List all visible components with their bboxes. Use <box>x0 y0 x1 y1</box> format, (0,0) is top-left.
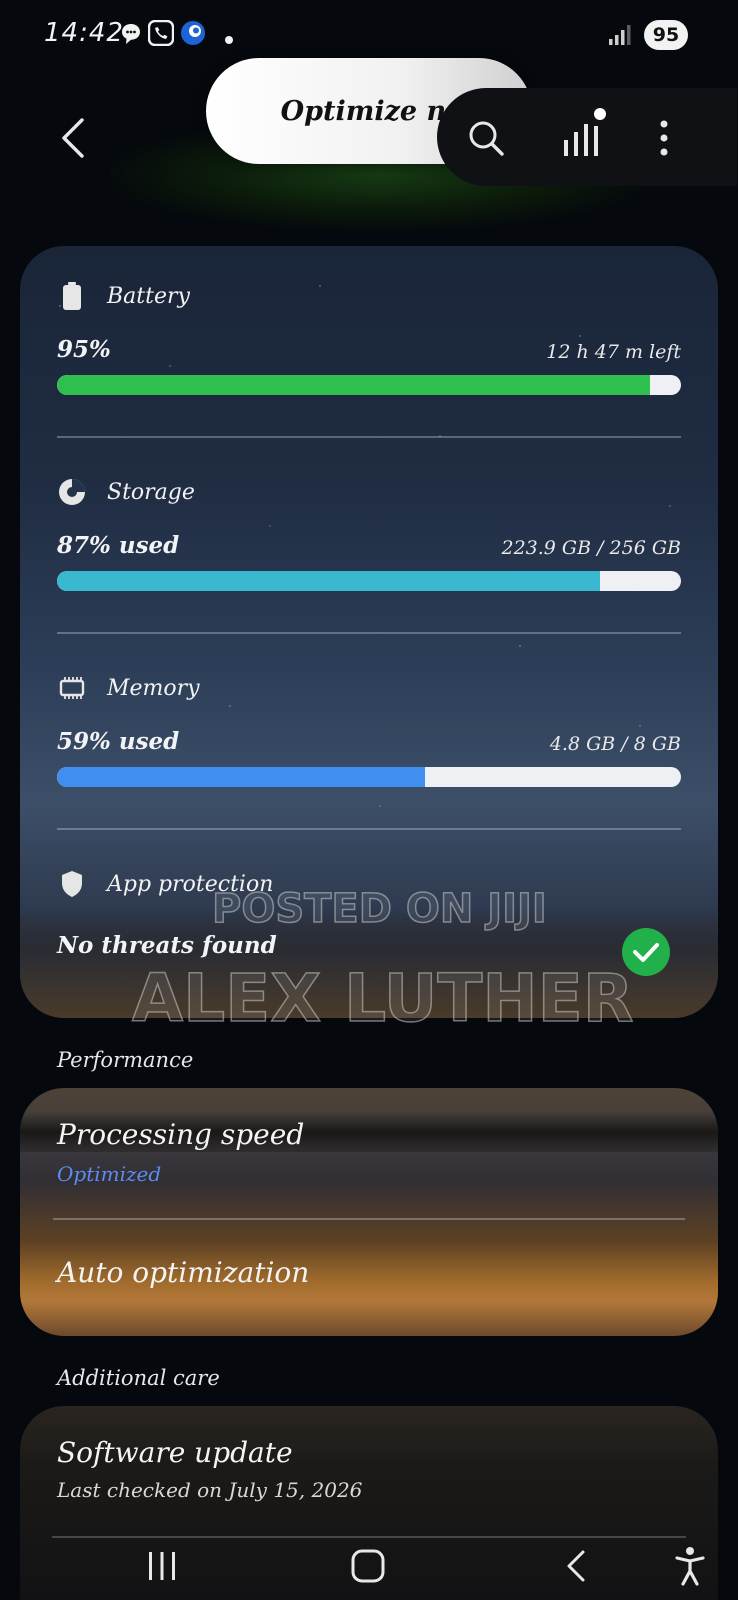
software-update-title: Software update <box>57 1436 293 1469</box>
status-time: 14:42 <box>44 18 124 48</box>
storage-progress-bar <box>57 571 681 591</box>
app-protection-status: No threats found <box>57 932 277 959</box>
memory-chip-icon <box>57 673 87 703</box>
battery-progress-fill <box>57 375 650 395</box>
memory-section[interactable]: Memory 59% used 4.8 GB / 8 GB <box>57 668 681 787</box>
check-icon <box>633 943 659 962</box>
section-divider <box>57 828 681 830</box>
nav-back-icon <box>567 1550 585 1582</box>
memory-percent: 59% used <box>57 728 180 755</box>
chat-notification-icon <box>120 22 142 50</box>
battery-section[interactable]: Battery 95% 12 h 47 m left <box>57 276 681 395</box>
signal-stats-icon <box>564 108 606 156</box>
battery-progress-bar <box>57 375 681 395</box>
processing-speed-title: Processing speed <box>57 1118 305 1151</box>
battery-icon <box>57 281 87 311</box>
battery-time-left: 12 h 47 m left <box>546 341 681 363</box>
battery-percent: 95% <box>57 336 111 363</box>
storage-section[interactable]: Storage 87% used 223.9 GB / 256 GB <box>57 472 681 591</box>
battery-title: Battery <box>107 283 190 309</box>
nav-back-button[interactable] <box>546 1536 606 1596</box>
more-options-icon <box>660 120 668 156</box>
watermark-line-2: ALEX LUTHER <box>131 959 634 1038</box>
processing-speed-status: Optimized <box>57 1162 162 1186</box>
system-navigation-bar <box>0 1530 738 1600</box>
app-notification-icon <box>180 20 206 50</box>
auto-optimization-title: Auto optimization <box>57 1256 310 1289</box>
more-notifications-dot <box>224 30 234 49</box>
memory-usage: 4.8 GB / 8 GB <box>549 733 681 755</box>
auto-optimization-item[interactable]: Auto optimization <box>20 1220 718 1336</box>
recent-apps-button[interactable] <box>132 1536 192 1596</box>
performance-heading: Performance <box>57 1048 194 1072</box>
back-arrow-icon <box>62 118 84 158</box>
section-divider <box>57 632 681 634</box>
storage-pie-icon <box>57 477 87 507</box>
storage-progress-fill <box>57 571 600 591</box>
search-icon <box>469 121 504 156</box>
additional-care-heading: Additional care <box>57 1366 220 1390</box>
accessibility-button[interactable] <box>664 1534 716 1598</box>
storage-usage: 223.9 GB / 256 GB <box>501 537 682 559</box>
watermark-line-1: POSTED ON JIJI <box>211 885 547 933</box>
battery-level-indicator: 95 <box>644 20 688 50</box>
memory-progress-bar <box>57 767 681 787</box>
home-icon <box>351 1549 385 1583</box>
storage-percent: 87% used <box>57 532 180 559</box>
software-update-item[interactable]: Software update Last checked on July 15,… <box>20 1406 718 1526</box>
back-button[interactable] <box>50 108 96 168</box>
section-divider <box>57 436 681 438</box>
processing-speed-item[interactable]: Processing speed Optimized <box>20 1088 718 1220</box>
accessibility-icon <box>675 1547 705 1586</box>
more-options-button[interactable] <box>640 110 688 166</box>
software-update-last-checked: Last checked on July 15, 2026 <box>57 1478 363 1502</box>
shield-icon <box>57 869 87 899</box>
diagnostics-button[interactable] <box>552 100 612 164</box>
call-notification-icon <box>147 19 175 50</box>
cell-signal-icon <box>608 24 634 50</box>
storage-title: Storage <box>107 479 195 505</box>
home-button[interactable] <box>338 1536 398 1596</box>
recent-apps-icon <box>149 1552 175 1580</box>
search-button[interactable] <box>458 110 514 166</box>
memory-progress-fill <box>57 767 426 787</box>
memory-title: Memory <box>107 675 200 701</box>
performance-card: Processing speed Optimized Auto optimiza… <box>20 1088 718 1336</box>
